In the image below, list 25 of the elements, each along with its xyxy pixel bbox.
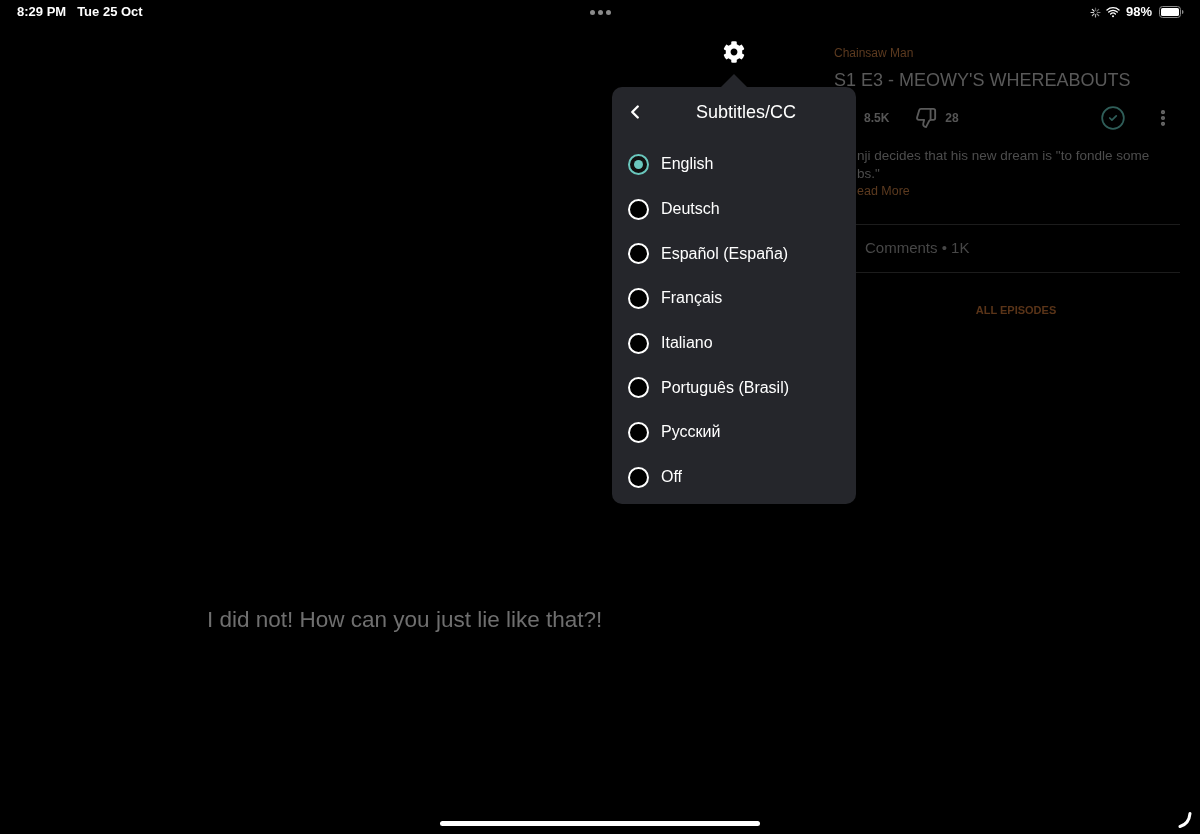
dislike-count: 28	[945, 110, 959, 127]
settings-icon[interactable]	[723, 41, 745, 63]
like-count: 8.5K	[864, 110, 890, 127]
episode-title: S1 E3 - MEOWY'S WHEREABOUTS	[834, 69, 1132, 92]
battery-icon	[1159, 6, 1184, 18]
episode-description: nji decides that his new dream is "to fondle some bs."	[857, 147, 1151, 183]
subtitle-option[interactable]: Deutsch	[612, 186, 856, 232]
activity-spinner-icon	[1089, 6, 1101, 18]
wifi-icon	[1104, 4, 1121, 20]
subtitle-option[interactable]: Español (España)	[612, 231, 856, 277]
more-dots-icon[interactable]	[589, 9, 611, 15]
subtitle-option[interactable]: Français	[612, 276, 856, 321]
status-time: 8:29 PM	[17, 3, 67, 22]
subtitle-option[interactable]: Русский	[612, 410, 856, 455]
subtitle-option[interactable]: Italiano	[612, 320, 856, 366]
thumbs-down-icon[interactable]	[915, 107, 938, 129]
subtitle-caption: I did not! How can you just lie like that?!	[207, 607, 603, 632]
status-date: Tue 25 Oct	[77, 3, 143, 22]
subtitle-option[interactable]: Off	[612, 454, 856, 500]
menu-title: Subtitles/CC	[695, 100, 796, 124]
check-circle-icon[interactable]	[1100, 105, 1126, 131]
battery-percent: 98%	[1125, 3, 1152, 22]
curve-mark-icon	[1178, 812, 1192, 828]
subtitle-option[interactable]: Português (Brasil)	[612, 365, 856, 411]
subtitle-option[interactable]: English	[612, 142, 856, 187]
